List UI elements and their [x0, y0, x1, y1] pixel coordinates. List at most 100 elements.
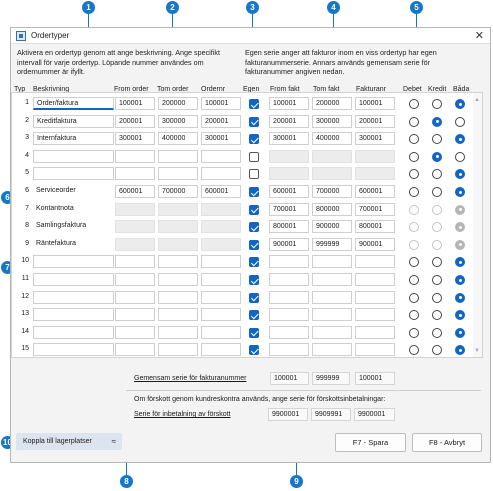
- cell-fnr[interactable]: 300001: [355, 132, 395, 146]
- cell-tom[interactable]: [158, 149, 198, 163]
- cell-desc[interactable]: [33, 255, 114, 269]
- cell-desc[interactable]: [33, 343, 114, 357]
- egen-checkbox[interactable]: [249, 292, 259, 303]
- radio-debet[interactable]: [409, 275, 419, 285]
- cell-tom[interactable]: [158, 343, 198, 357]
- cell-desc[interactable]: Order/faktura: [33, 97, 114, 110]
- cell-desc[interactable]: Serviceorder: [33, 185, 114, 198]
- cell-tom[interactable]: 700000: [158, 185, 198, 198]
- cell-fnr[interactable]: 700001: [355, 202, 395, 216]
- cell-tom[interactable]: [158, 308, 198, 322]
- radio-kredit[interactable]: [432, 327, 442, 338]
- radio-bada[interactable]: [455, 275, 465, 285]
- cell-ordernr[interactable]: [201, 343, 241, 357]
- egen-checkbox[interactable]: [249, 239, 259, 250]
- cell-fnr[interactable]: 200001: [355, 114, 395, 128]
- cell-desc[interactable]: [33, 290, 114, 304]
- cell-ordernr[interactable]: 600001: [201, 185, 241, 198]
- forskott-nr[interactable]: 9900001: [354, 408, 395, 421]
- radio-debet[interactable]: [409, 187, 419, 197]
- cell-ffrom[interactable]: 600001: [269, 185, 309, 198]
- cell-from[interactable]: [115, 255, 155, 269]
- forskott-tom[interactable]: 9909991: [311, 408, 351, 421]
- save-button[interactable]: F7 - Spara: [335, 433, 406, 452]
- gemensam-from[interactable]: 100001: [270, 372, 309, 385]
- cell-from[interactable]: [115, 325, 155, 339]
- cell-from[interactable]: 600001: [115, 185, 155, 198]
- radio-bada[interactable]: [455, 310, 465, 321]
- cell-tom[interactable]: [158, 167, 198, 181]
- forskott-from[interactable]: 9900001: [268, 408, 308, 421]
- cell-ordernr[interactable]: 100001: [201, 97, 241, 110]
- cell-ffrom[interactable]: [269, 273, 309, 286]
- radio-bada[interactable]: [455, 345, 465, 356]
- cell-ftom[interactable]: 800000: [312, 202, 352, 216]
- cell-tom[interactable]: 400000: [158, 132, 198, 146]
- egen-checkbox[interactable]: [249, 257, 259, 268]
- radio-debet[interactable]: [409, 327, 419, 338]
- egen-checkbox[interactable]: [249, 151, 259, 162]
- cell-ffrom[interactable]: [269, 325, 309, 339]
- cell-ffrom[interactable]: [269, 343, 309, 357]
- cell-ordernr[interactable]: [201, 255, 241, 269]
- cell-from[interactable]: [115, 149, 155, 163]
- egen-checkbox[interactable]: [249, 275, 259, 285]
- cell-ordernr[interactable]: 200001: [201, 114, 241, 128]
- egen-checkbox[interactable]: [249, 99, 259, 109]
- cell-tom[interactable]: [158, 255, 198, 269]
- cell-ffrom[interactable]: 200001: [269, 114, 309, 128]
- egen-checkbox[interactable]: [249, 222, 259, 233]
- cell-ftom[interactable]: 300000: [312, 114, 352, 128]
- cell-ordernr[interactable]: 300001: [201, 132, 241, 146]
- cell-fnr[interactable]: [355, 290, 395, 304]
- radio-bada[interactable]: [455, 99, 465, 109]
- radio-bada[interactable]: [455, 134, 465, 145]
- cell-fnr[interactable]: [355, 255, 395, 269]
- cell-ordernr[interactable]: [201, 290, 241, 304]
- cell-desc[interactable]: Kreditfaktura: [33, 114, 114, 128]
- cell-tom[interactable]: [158, 273, 198, 286]
- cell-ftom[interactable]: [312, 290, 352, 304]
- radio-debet[interactable]: [409, 257, 419, 268]
- gemensam-nr[interactable]: 100001: [355, 372, 395, 385]
- radio-debet[interactable]: [409, 116, 419, 127]
- cell-desc[interactable]: [33, 273, 114, 286]
- radio-bada[interactable]: [455, 151, 465, 162]
- cell-fnr[interactable]: 800001: [355, 220, 395, 234]
- radio-bada[interactable]: [455, 292, 465, 303]
- cell-fnr[interactable]: 900001: [355, 237, 395, 251]
- cell-from[interactable]: [115, 167, 155, 181]
- cell-ffrom[interactable]: 800001: [269, 220, 309, 234]
- cell-desc[interactable]: [33, 308, 114, 322]
- radio-kredit[interactable]: [432, 187, 442, 197]
- cell-from[interactable]: [115, 308, 155, 322]
- cell-from[interactable]: 300001: [115, 132, 155, 146]
- radio-kredit[interactable]: [432, 116, 442, 127]
- cell-tom[interactable]: [158, 325, 198, 339]
- cell-tom[interactable]: [158, 290, 198, 304]
- gemensam-tom[interactable]: 999999: [312, 372, 350, 385]
- cell-ftom[interactable]: 400000: [312, 132, 352, 146]
- radio-kredit[interactable]: [432, 151, 442, 162]
- cell-ftom[interactable]: 999999: [312, 237, 352, 251]
- radio-debet[interactable]: [409, 99, 419, 109]
- cell-from[interactable]: [115, 343, 155, 357]
- cancel-button[interactable]: F8 - Avbryt: [412, 433, 482, 452]
- cell-tom[interactable]: 300000: [158, 114, 198, 128]
- cell-fnr[interactable]: 600001: [355, 185, 395, 198]
- radio-kredit[interactable]: [432, 275, 442, 285]
- radio-debet[interactable]: [409, 292, 419, 303]
- cell-ordernr[interactable]: [201, 273, 241, 286]
- cell-ffrom[interactable]: [269, 308, 309, 322]
- cell-desc[interactable]: [33, 167, 114, 181]
- cell-ffrom[interactable]: 700001: [269, 202, 309, 216]
- radio-kredit[interactable]: [432, 345, 442, 356]
- cell-ffrom[interactable]: 900001: [269, 237, 309, 251]
- cell-tom[interactable]: 200000: [158, 97, 198, 110]
- cell-ftom[interactable]: [312, 273, 352, 286]
- radio-debet[interactable]: [409, 310, 419, 321]
- cell-ftom[interactable]: [312, 325, 352, 339]
- cell-ftom[interactable]: 200000: [312, 97, 352, 110]
- radio-kredit[interactable]: [432, 99, 442, 109]
- radio-bada[interactable]: [455, 257, 465, 268]
